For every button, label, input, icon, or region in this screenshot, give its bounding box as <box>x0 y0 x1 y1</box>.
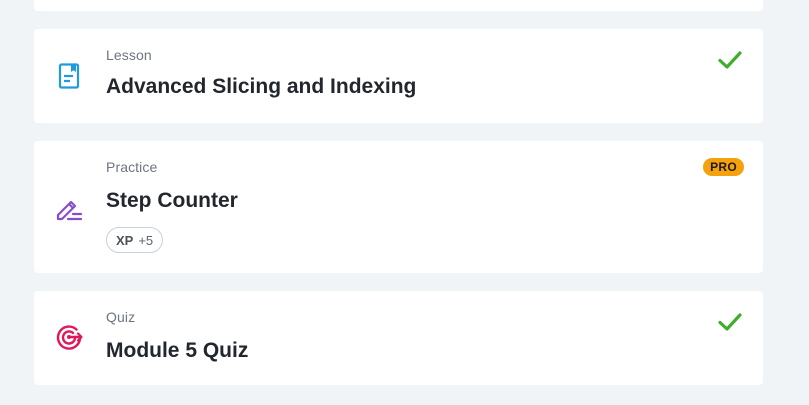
xp-reward-chip: XP +5 <box>106 227 164 253</box>
pro-badge: PRO <box>703 158 744 176</box>
item-title[interactable]: Module 5 Quiz <box>106 339 248 363</box>
list-item-quiz[interactable]: Quiz Module 5 Quiz <box>34 291 763 385</box>
quiz-target-icon <box>56 325 83 350</box>
item-type-label: Quiz <box>106 309 136 325</box>
list-item-practice[interactable]: Practice Step Counter PRO XP +5 <box>34 141 763 273</box>
lesson-book-icon <box>58 63 80 89</box>
item-title[interactable]: Advanced Slicing and Indexing <box>106 75 416 99</box>
xp-value: +5 <box>138 232 154 248</box>
completed-check-icon <box>718 313 742 331</box>
xp-label: XP <box>116 232 134 248</box>
previous-item-card[interactable] <box>34 0 763 11</box>
item-type-label: Lesson <box>106 47 152 63</box>
item-title[interactable]: Step Counter <box>106 189 238 213</box>
completed-check-icon <box>718 51 742 69</box>
list-item-lesson[interactable]: Lesson Advanced Slicing and Indexing <box>34 29 763 123</box>
item-type-label: Practice <box>106 159 158 175</box>
learning-path-list: Lesson Advanced Slicing and Indexing Pra… <box>0 0 809 405</box>
practice-pencil-icon <box>56 200 83 221</box>
